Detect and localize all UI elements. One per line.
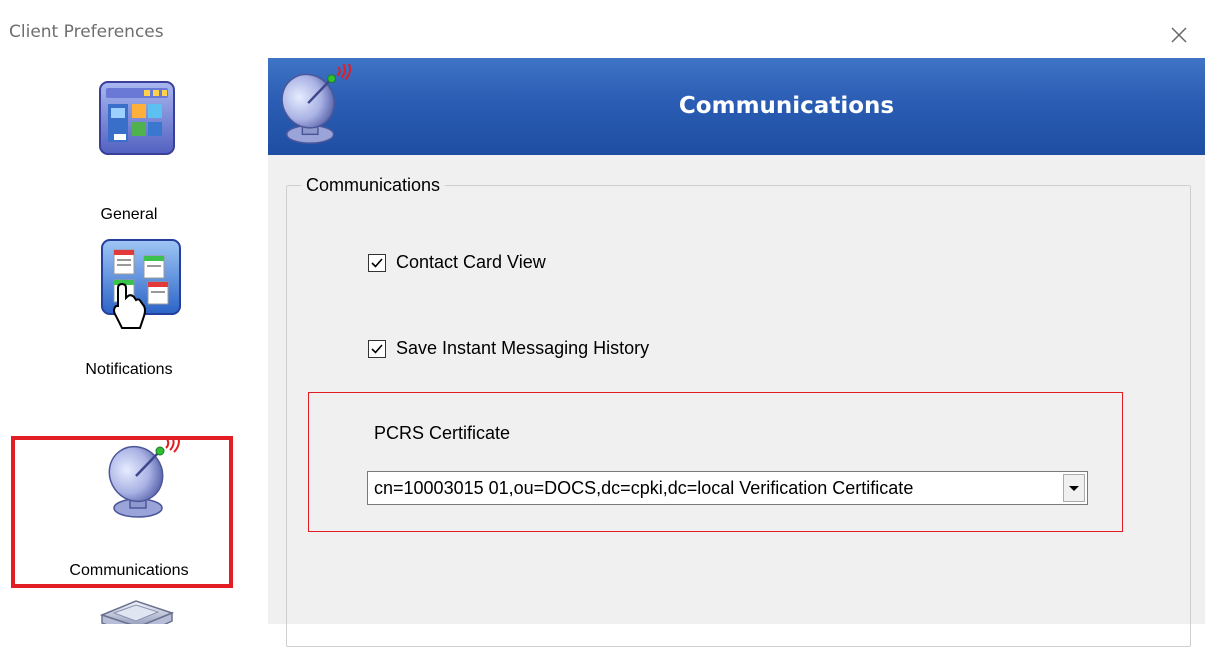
save-im-history-checkbox[interactable]: Save Instant Messaging History	[368, 338, 649, 359]
content-panel: Communications Contact Card View Save In…	[268, 155, 1205, 647]
check-icon	[371, 257, 383, 268]
notifications-icon	[101, 239, 181, 329]
dropdown-button[interactable]	[1063, 474, 1085, 502]
pcrs-certificate-label: PCRS Certificate	[374, 423, 511, 443]
save-im-history-label: Save Instant Messaging History	[396, 338, 650, 358]
sidebar-item-notifications[interactable]: Notifications	[0, 231, 258, 431]
sidebar: General Notifications Communications	[0, 46, 258, 624]
general-settings-icon	[99, 81, 175, 155]
sidebar-item-scanner[interactable]	[0, 591, 258, 624]
chevron-down-icon	[1069, 486, 1079, 491]
scanner-icon	[99, 600, 175, 624]
pcrs-certificate-value: cn=10003015 01,ou=DOCS,dc=cpki,dc=local …	[374, 478, 914, 498]
sidebar-item-label: General	[100, 206, 158, 223]
sidebar-item-label: Notifications	[85, 361, 173, 378]
close-icon[interactable]	[1168, 24, 1190, 46]
section-header: Communications	[268, 58, 1205, 155]
pcrs-certificate-dropdown[interactable]: cn=10003015 01,ou=DOCS,dc=cpki,dc=local …	[367, 471, 1088, 505]
check-icon	[371, 343, 383, 354]
contact-card-view-checkbox[interactable]: Contact Card View	[368, 252, 546, 273]
sidebar-item-general[interactable]: General	[0, 46, 258, 231]
pcrs-certificate-highlight: PCRS Certificate cn=10003015 01,ou=DOCS,…	[308, 392, 1123, 532]
checkbox-box[interactable]	[368, 339, 386, 358]
contact-card-view-label: Contact Card View	[396, 252, 546, 272]
section-title: Communications	[678, 93, 895, 119]
groupbox-title: Communications	[301, 175, 446, 196]
checkbox-box[interactable]	[368, 253, 386, 272]
window-title: Client Preferences	[9, 22, 164, 42]
selected-item-highlight	[11, 436, 233, 588]
